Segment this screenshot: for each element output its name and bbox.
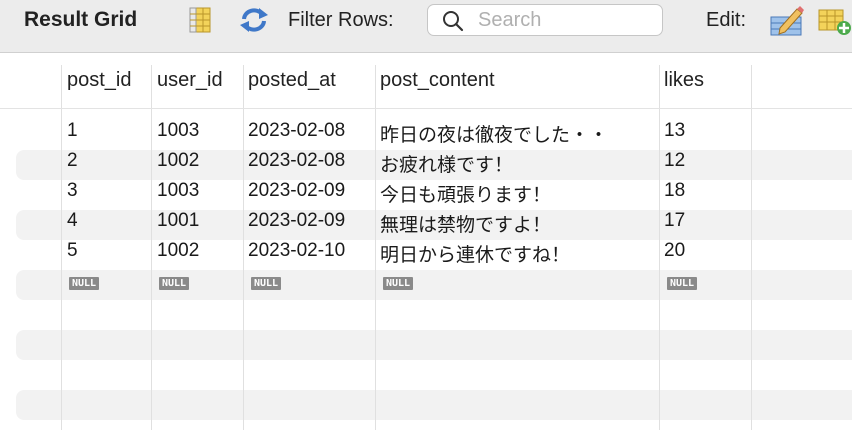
cell-user-id[interactable]: 1001: [157, 210, 199, 232]
row-stripe: [16, 390, 852, 420]
result-grid: post_id user_id posted_at post_content l…: [0, 53, 852, 430]
column-header-user-id[interactable]: user_id: [157, 69, 223, 92]
cell-posted-at[interactable]: 2023-02-10: [248, 240, 345, 262]
cell-posted-at[interactable]: 2023-02-08: [248, 150, 345, 172]
cell-post-content[interactable]: 無理は禁物ですよ！: [380, 210, 551, 237]
null-badge[interactable]: NULL: [383, 277, 414, 290]
row-stripe: [16, 270, 852, 300]
row-stripe: [16, 330, 852, 360]
edit-label: Edit:: [706, 9, 747, 31]
null-badge[interactable]: NULL: [159, 277, 190, 290]
cell-post-content[interactable]: お疲れ様です！: [380, 150, 513, 177]
column-toggle-icon[interactable]: [186, 6, 214, 34]
cell-user-id[interactable]: 1003: [157, 120, 199, 142]
toolbar-title: Result Grid: [24, 8, 138, 31]
cell-user-id[interactable]: 1002: [157, 150, 199, 172]
cell-posted-at[interactable]: 2023-02-08: [248, 120, 345, 142]
column-header-posted-at[interactable]: posted_at: [248, 69, 336, 92]
cell-user-id[interactable]: 1002: [157, 240, 199, 262]
cell-post-id[interactable]: 4: [67, 210, 78, 232]
edit-row-icon[interactable]: [770, 6, 804, 36]
cell-posted-at[interactable]: 2023-02-09: [248, 180, 345, 202]
refresh-icon[interactable]: [238, 6, 268, 34]
column-header-post-id[interactable]: post_id: [67, 69, 132, 92]
column-header-post-content[interactable]: post_content: [380, 69, 495, 92]
cell-post-content[interactable]: 昨日の夜は徹夜でした・・: [380, 120, 608, 147]
cell-posted-at[interactable]: 2023-02-09: [248, 210, 345, 232]
cell-likes[interactable]: 12: [664, 150, 685, 172]
column-header-likes[interactable]: likes: [664, 69, 704, 92]
cell-likes[interactable]: 17: [664, 210, 685, 232]
cell-post-id[interactable]: 2: [67, 150, 78, 172]
cell-post-id[interactable]: 3: [67, 180, 78, 202]
null-badge[interactable]: NULL: [251, 277, 282, 290]
cell-likes[interactable]: 20: [664, 240, 685, 262]
null-badge[interactable]: NULL: [667, 277, 698, 290]
cell-likes[interactable]: 18: [664, 180, 685, 202]
cell-post-content[interactable]: 今日も頑張ります！: [380, 180, 551, 207]
cell-post-id[interactable]: 5: [67, 240, 78, 262]
cell-user-id[interactable]: 1003: [157, 180, 199, 202]
search-icon: [443, 11, 464, 32]
cell-likes[interactable]: 13: [664, 120, 685, 142]
add-row-icon[interactable]: [818, 6, 851, 35]
cell-post-id[interactable]: 1: [67, 120, 78, 142]
search-input[interactable]: [478, 8, 653, 32]
cell-post-content[interactable]: 明日から連休ですね！: [380, 240, 570, 267]
filter-search-box[interactable]: [427, 4, 663, 36]
filter-rows-label: Filter Rows:: [288, 9, 394, 31]
result-grid-toolbar: Result Grid Filter Rows: Edit:: [0, 0, 852, 53]
null-badge[interactable]: NULL: [69, 277, 100, 290]
